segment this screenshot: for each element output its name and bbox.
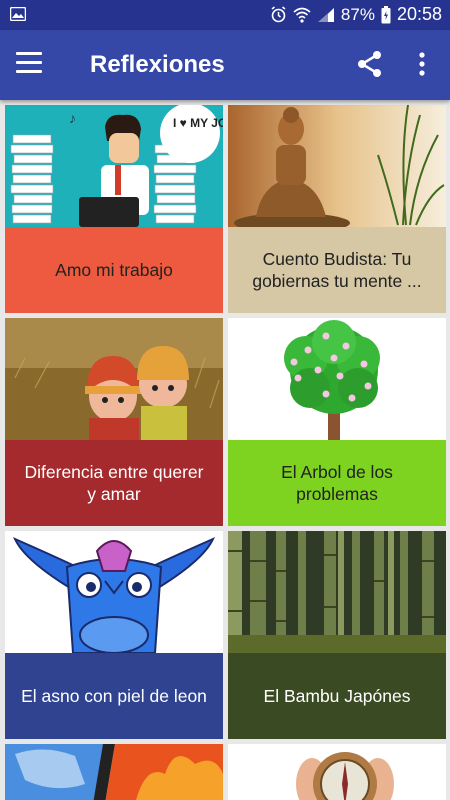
- card-title: El Arbol de los problemas: [228, 440, 446, 526]
- signal-icon: [317, 7, 335, 23]
- card-image: [5, 318, 223, 440]
- card-image: [228, 318, 446, 440]
- card-image: [228, 531, 446, 653]
- card-image: [5, 531, 223, 653]
- card-amo-mi-trabajo[interactable]: I ♥ MY JOB ♪ Amo mi trabajo: [5, 105, 223, 313]
- card-image: [228, 744, 446, 800]
- card-title: El asno con piel de leon: [5, 653, 223, 739]
- more-vert-icon[interactable]: [412, 50, 432, 78]
- card-cuento-budista[interactable]: Cuento Budista: Tu gobiernas tu mente ..…: [228, 105, 446, 313]
- card-partial-compass[interactable]: [228, 744, 446, 800]
- gallery-notification-icon: [10, 7, 26, 21]
- card-arbol-problemas[interactable]: El Arbol de los problemas: [228, 318, 446, 526]
- battery-icon: [381, 5, 391, 24]
- card-title: Diferencia entre querer y amar: [5, 440, 223, 526]
- card-title: Cuento Budista: Tu gobiernas tu mente ..…: [228, 227, 446, 313]
- card-partial-fire[interactable]: [5, 744, 223, 800]
- article-grid: I ♥ MY JOB ♪ Amo mi trabajo: [0, 100, 450, 800]
- page-title: Reflexiones: [90, 51, 225, 78]
- card-image: [5, 744, 223, 800]
- menu-icon[interactable]: [16, 52, 42, 74]
- wifi-icon: [293, 7, 311, 23]
- clock: 20:58: [396, 4, 442, 24]
- alarm-icon: [270, 6, 287, 23]
- card-diferencia-querer-amar[interactable]: Diferencia entre querer y amar: [5, 318, 223, 526]
- card-title: El Bambu Japónes: [228, 653, 446, 739]
- card-image: [228, 105, 446, 227]
- status-bar: 87% 20:58: [0, 0, 450, 30]
- card-image: I ♥ MY JOB ♪: [5, 105, 223, 227]
- battery-percent: 87%: [340, 4, 375, 24]
- card-image-text: I ♥ MY JOB: [173, 116, 223, 130]
- card-asno-piel-leon[interactable]: El asno con piel de leon: [5, 531, 223, 739]
- card-title: Amo mi trabajo: [5, 227, 223, 313]
- share-icon[interactable]: [356, 50, 384, 78]
- app-bar: Reflexiones: [0, 30, 450, 100]
- svg-text:♪: ♪: [69, 110, 76, 126]
- card-bambu-japones[interactable]: El Bambu Japónes: [228, 531, 446, 739]
